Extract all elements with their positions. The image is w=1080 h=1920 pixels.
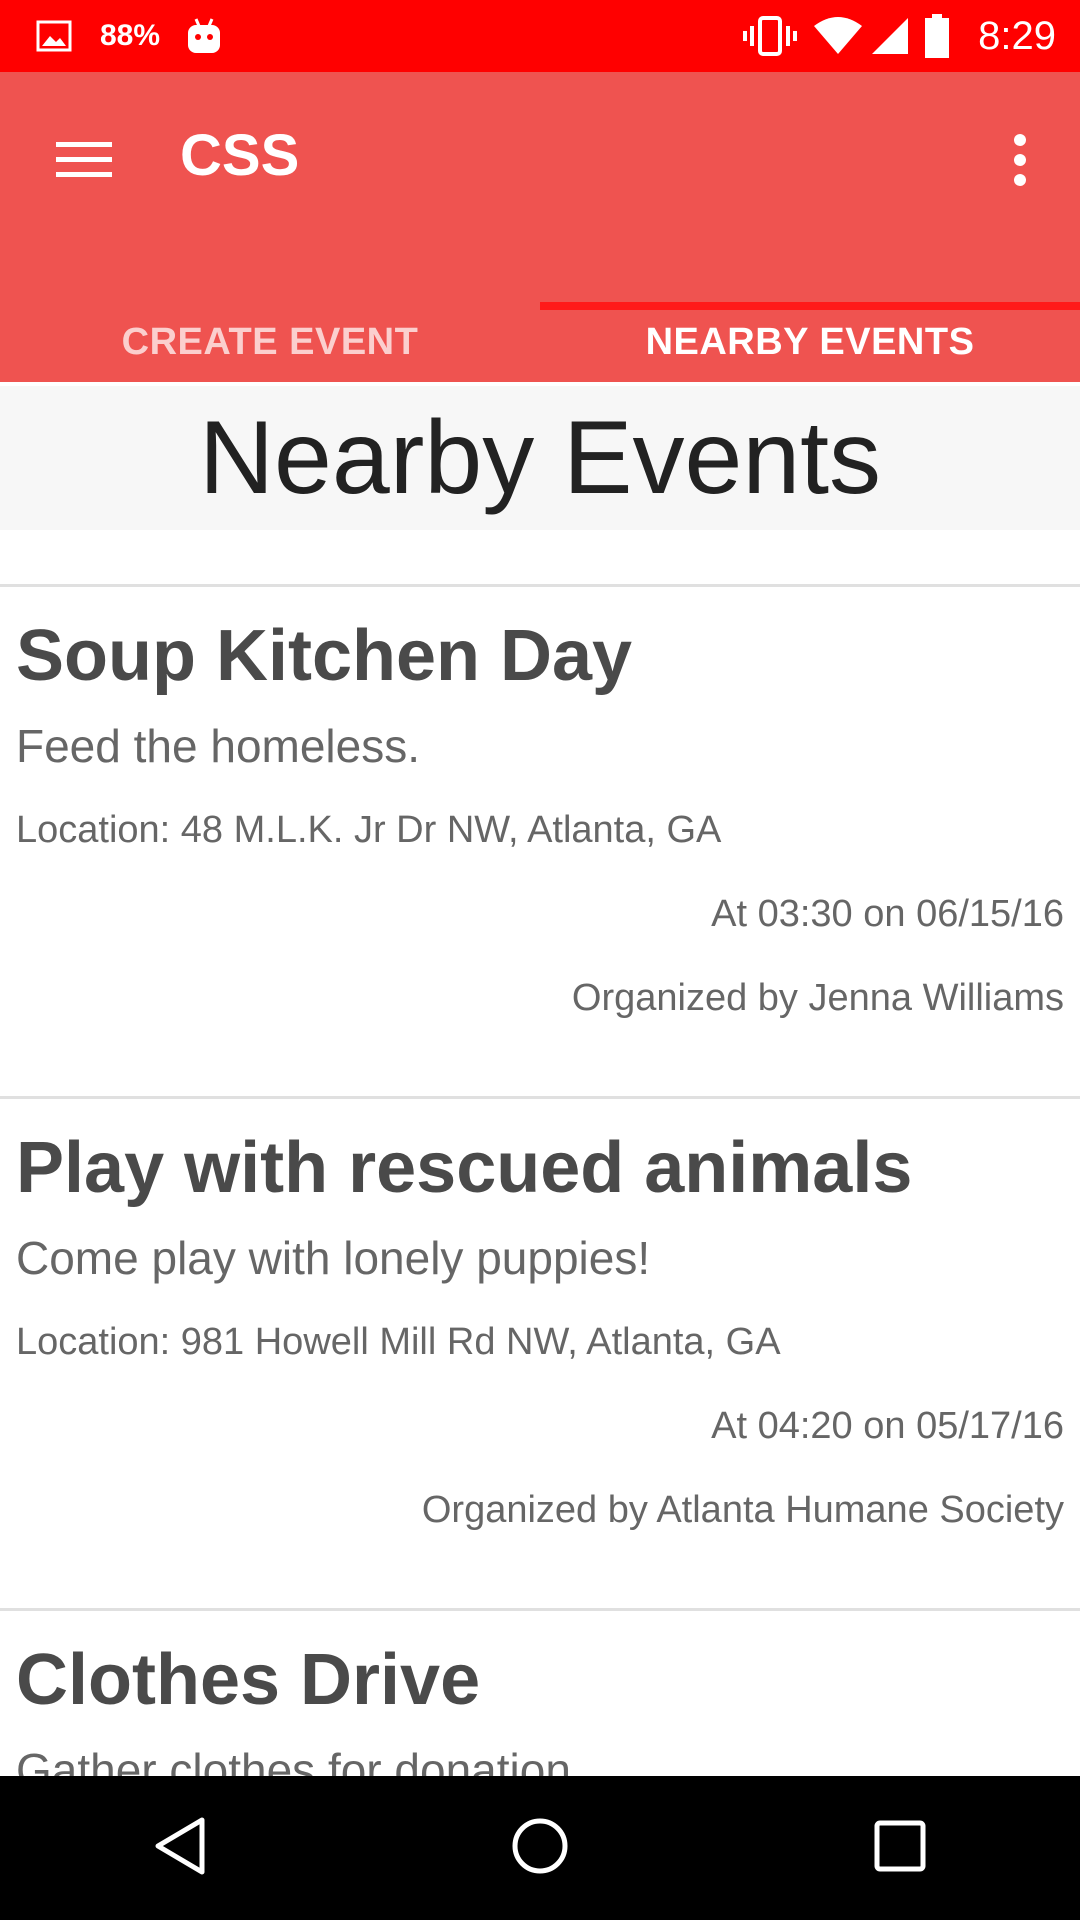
page-title: Nearby Events <box>198 399 882 516</box>
event-list[interactable]: Soup Kitchen Day Feed the homeless. Loca… <box>0 530 1080 1776</box>
battery-icon <box>924 14 950 58</box>
android-icon <box>186 17 222 55</box>
home-icon <box>510 1816 570 1881</box>
event-title: Soup Kitchen Day <box>16 616 633 696</box>
event-card[interactable]: Clothes Drive Gather clothes for donatio… <box>0 1611 1080 1776</box>
image-icon <box>36 20 72 52</box>
status-right: 8:29 <box>742 0 1056 72</box>
system-nav-bar <box>0 1776 1080 1920</box>
more-vert-icon <box>1012 133 1028 191</box>
wifi-icon <box>812 16 864 56</box>
event-title: Play with rescued animals <box>16 1128 913 1208</box>
tab-create-event[interactable]: CREATE EVENT <box>0 302 540 382</box>
tab-indicator <box>540 302 1080 310</box>
app-title: CSS <box>180 123 300 188</box>
event-location: Location: 48 M.L.K. Jr Dr NW, Atlanta, G… <box>16 809 722 851</box>
partial-previous-item <box>0 530 1080 586</box>
page-header: Nearby Events <box>0 386 1080 530</box>
battery-percent-text: 88% <box>100 19 161 52</box>
event-description: Come play with lonely puppies! <box>16 1232 651 1284</box>
tab-bar: CREATE EVENT NEARBY EVENTS <box>0 302 1080 382</box>
event-organizer: Organized by Atlanta Humane Society <box>421 1489 1064 1531</box>
menu-button[interactable] <box>48 126 120 198</box>
signal-icon <box>870 16 910 56</box>
event-description: Feed the homeless. <box>16 720 421 772</box>
clock-text: 8:29 <box>978 13 1056 58</box>
status-left: 88% <box>36 0 222 72</box>
tab-nearby-events[interactable]: NEARBY EVENTS <box>540 302 1080 382</box>
event-card[interactable]: Play with rescued animals Come play with… <box>0 1099 1080 1553</box>
event-description: Gather clothes for donation <box>16 1744 571 1776</box>
recents-button[interactable] <box>840 1788 960 1908</box>
home-button[interactable] <box>480 1788 600 1908</box>
event-card[interactable]: Soup Kitchen Day Feed the homeless. Loca… <box>0 587 1080 1041</box>
event-time: At 03:30 on 06/15/16 <box>711 893 1064 935</box>
event-time: At 04:20 on 05/17/16 <box>711 1405 1064 1447</box>
back-button[interactable] <box>120 1788 240 1908</box>
recents-icon <box>873 1819 927 1878</box>
app-bar: CSS CREATE EVENT NEARBY EVENTS <box>0 72 1080 382</box>
status-bar: 88% 8:29 <box>0 0 1080 72</box>
back-icon <box>152 1816 208 1881</box>
overflow-menu-button[interactable] <box>984 126 1056 198</box>
event-title: Clothes Drive <box>16 1640 481 1720</box>
event-organizer: Organized by Jenna Williams <box>571 977 1064 1019</box>
hamburger-icon <box>56 140 112 185</box>
event-location: Location: 981 Howell Mill Rd NW, Atlanta… <box>16 1321 781 1363</box>
vibrate-icon <box>742 16 798 56</box>
